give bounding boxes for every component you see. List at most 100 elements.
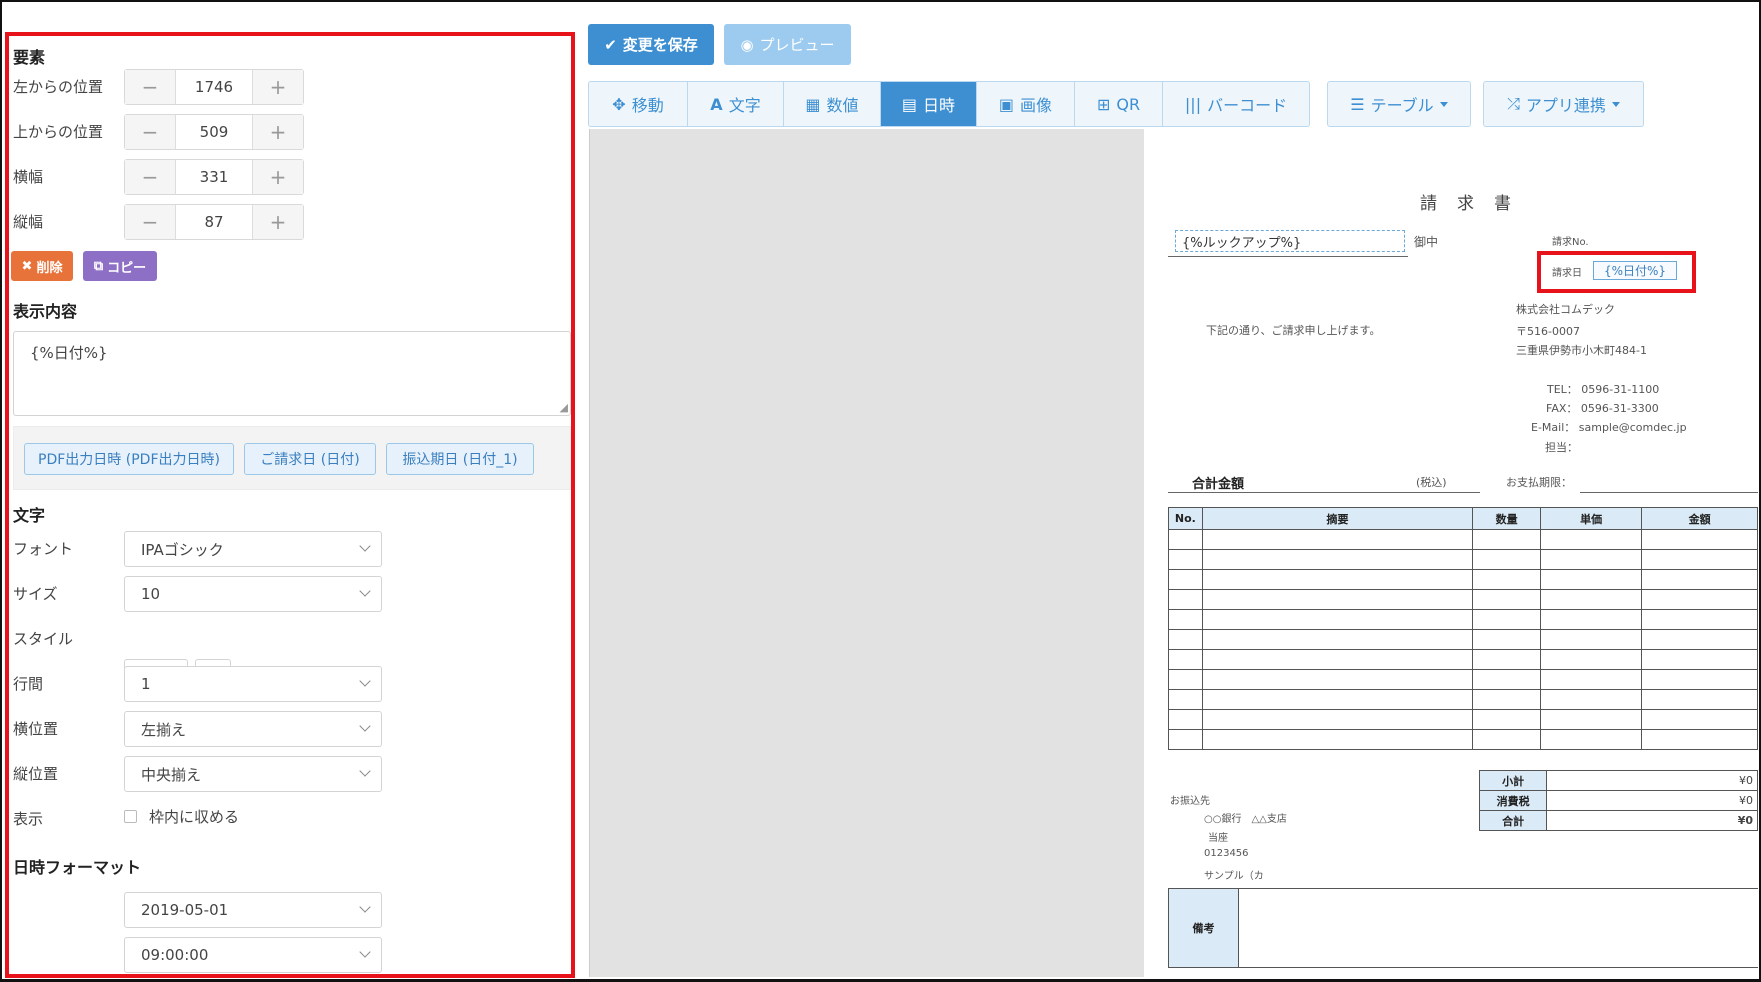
line-spacing-value: 1 (141, 675, 151, 693)
calendar-icon: ▤ (901, 94, 918, 114)
postal-code: 〒516-0007 (1516, 325, 1580, 338)
time-format-select[interactable]: 09:00:00 (124, 937, 382, 973)
decrement-button[interactable]: − (125, 70, 175, 104)
decrement-button[interactable]: − (125, 115, 175, 149)
font-select[interactable]: IPAゴシック (124, 531, 382, 567)
top-position-value[interactable]: 509 (175, 115, 253, 149)
date-field-highlight (1537, 251, 1696, 293)
column-header: 単価 (1540, 507, 1643, 530)
delete-button[interactable]: ✖ 削除 (11, 251, 73, 281)
total-underline (1168, 492, 1480, 493)
table-dropdown[interactable]: ☰ テーブル (1327, 81, 1471, 127)
lookup-field[interactable]: {%ルックアップ%} (1175, 230, 1405, 252)
total-amount-label: 合計金額 (1192, 477, 1245, 492)
tax-label: 消費税 (1478, 790, 1548, 811)
tab-barcode[interactable]: ||| バーコード (1163, 82, 1309, 126)
date-format-select[interactable]: 2019-05-01 (124, 892, 382, 928)
h-align-select[interactable]: 左揃え (124, 711, 382, 747)
content-section-title: 表示内容 (13, 302, 78, 321)
table-row (1168, 729, 1758, 750)
account-number: 0123456 (1204, 848, 1249, 859)
chevron-down-icon (359, 720, 371, 732)
tab-datetime[interactable]: ▤ 日時 (881, 82, 977, 126)
increment-button[interactable]: + (253, 70, 303, 104)
image-icon: ▣ (998, 94, 1015, 114)
table-row (1168, 669, 1758, 690)
app-link-dropdown[interactable]: ⤮ アプリ連携 (1483, 81, 1644, 127)
column-header: 数量 (1472, 507, 1542, 530)
tab-number[interactable]: ▦ 数値 (784, 82, 881, 126)
greeting: 下記の通り、ご請求申し上げます。 (1206, 324, 1381, 337)
v-align-select[interactable]: 中央揃え (124, 756, 382, 792)
chevron-down-icon (359, 585, 371, 597)
height-stepper: − 87 + (124, 204, 304, 240)
tab-image[interactable]: ▣ 画像 (977, 82, 1075, 126)
h-align-value: 左揃え (141, 720, 187, 739)
left-position-stepper: − 1746 + (124, 69, 304, 105)
size-select[interactable]: 10 (124, 576, 382, 612)
caret-down-icon (1611, 101, 1620, 107)
barcode-icon: ||| (1184, 94, 1202, 114)
company-name: 株式会社コムデック (1516, 303, 1615, 316)
fit-in-frame-option[interactable]: 枠内に収める (124, 806, 239, 827)
element-section-title: 要素 (13, 48, 46, 67)
save-button[interactable]: ✔ 変更を保存 (588, 24, 714, 65)
date-format-value: 2019-05-01 (141, 901, 229, 919)
column-header: No. (1168, 507, 1203, 530)
line-spacing-label: 行間 (13, 675, 44, 693)
style-label: スタイル (13, 630, 74, 648)
content-textarea[interactable]: {%日付%} ◢ (13, 331, 571, 416)
chip-invoice-date[interactable]: ご請求日 (日付) (244, 443, 376, 475)
bank-name: ○○銀行 △△支店 (1204, 814, 1287, 825)
shuffle-icon: ⤮ (1507, 94, 1520, 113)
font-icon: A (710, 94, 723, 114)
tab-label: 文字 (728, 96, 761, 115)
tab-text[interactable]: A 文字 (688, 82, 784, 126)
copy-icon: ⧉ (93, 258, 104, 274)
increment-button[interactable]: + (253, 115, 303, 149)
preview-label: プレビュー (759, 36, 835, 54)
fit-in-frame-checkbox[interactable] (124, 810, 137, 823)
subtotal-label: 小計 (1478, 770, 1548, 791)
width-label: 横幅 (13, 168, 44, 186)
increment-button[interactable]: + (253, 160, 303, 194)
tab-move[interactable]: ✥ 移動 (589, 82, 688, 126)
property-panel: 要素 左からの位置 − 1746 + 上からの位置 − 509 + 横幅 − 3… (5, 32, 575, 978)
font-label: フォント (13, 540, 74, 558)
subtotal-value: ¥0 (1546, 770, 1758, 791)
placeholder-chips: PDF出力日時 (PDF出力日時) ご請求日 (日付) 振込期日 (日付_1) (13, 426, 571, 490)
text-section-title: 文字 (13, 506, 46, 525)
eye-icon: ◉ (740, 35, 754, 54)
width-value[interactable]: 331 (175, 160, 253, 194)
resize-grip-icon[interactable]: ◢ (560, 402, 568, 413)
grand-total-label: 合計 (1478, 810, 1548, 831)
width-stepper: − 331 + (124, 159, 304, 195)
decrement-button[interactable]: − (125, 205, 175, 239)
column-header: 金額 (1641, 507, 1758, 530)
person-in-charge: 担当： (1545, 441, 1578, 454)
left-position-value[interactable]: 1746 (175, 70, 253, 104)
account-type: 当座 (1208, 833, 1228, 844)
table-row (1168, 589, 1758, 610)
column-header: 摘要 (1201, 507, 1474, 530)
chip-transfer-date[interactable]: 振込期日 (日付_1) (386, 443, 534, 475)
tab-label: バーコード (1207, 96, 1288, 115)
datetime-section-title: 日時フォーマット (13, 858, 142, 877)
invoice-title: 請求書 (1420, 194, 1531, 214)
chip-pdf-datetime[interactable]: PDF出力日時 (PDF出力日時) (24, 443, 234, 475)
line-spacing-select[interactable]: 1 (124, 666, 382, 702)
display-label: 表示 (13, 810, 44, 828)
table-row (1168, 629, 1758, 650)
invoice-no-label: 請求No. (1552, 237, 1589, 248)
copy-button[interactable]: ⧉ コピー (83, 251, 157, 281)
decrement-button[interactable]: − (125, 160, 175, 194)
chevron-down-icon (359, 540, 371, 552)
height-value[interactable]: 87 (175, 205, 253, 239)
font-value: IPAゴシック (141, 540, 224, 559)
size-value: 10 (141, 585, 161, 603)
preview-button[interactable]: ◉ プレビュー (724, 24, 851, 65)
tab-qr[interactable]: ⊞ QR (1075, 82, 1163, 126)
chevron-down-icon (359, 765, 371, 777)
due-date-label: お支払期限： (1506, 476, 1572, 489)
increment-button[interactable]: + (253, 205, 303, 239)
